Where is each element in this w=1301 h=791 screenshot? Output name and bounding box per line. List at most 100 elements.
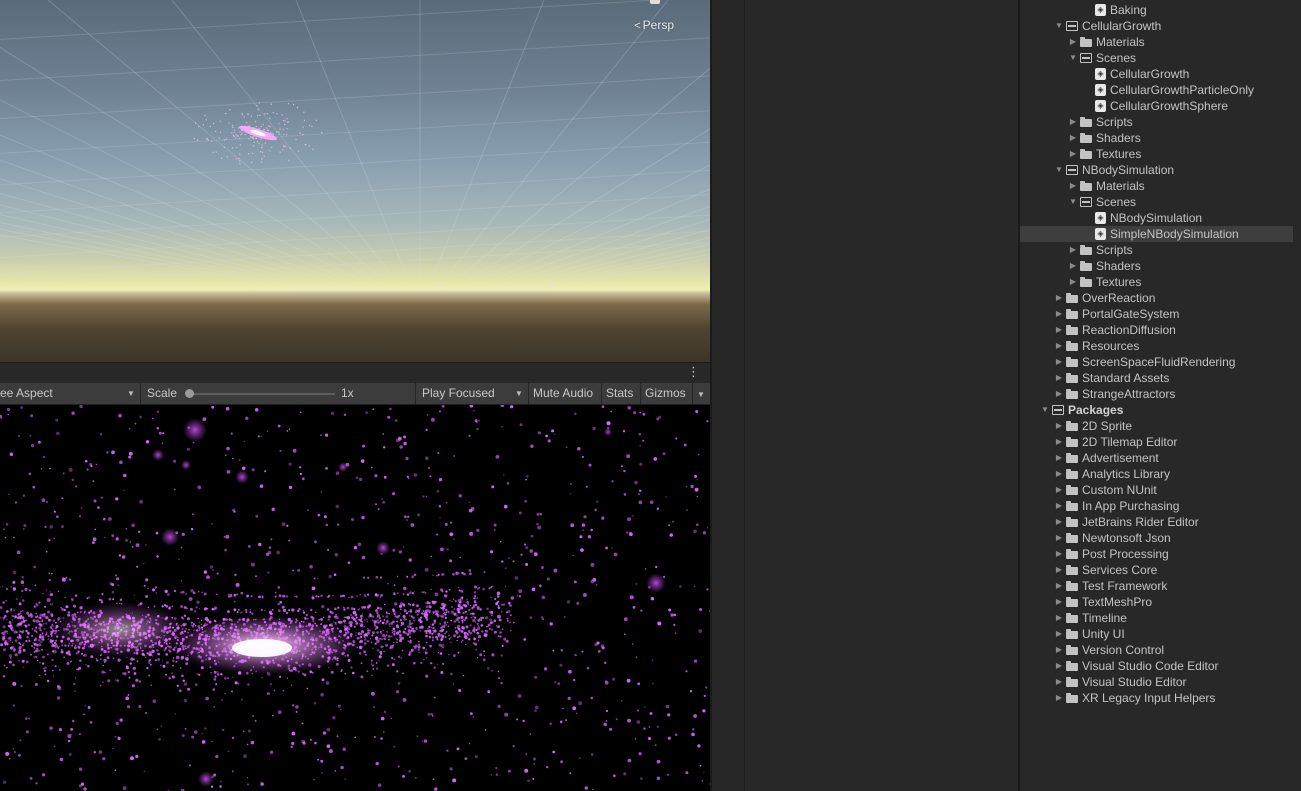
expand-right-icon[interactable]: ▶ (1054, 498, 1064, 514)
folder-item[interactable]: ▶ Advertisement (1020, 450, 1293, 466)
expand-right-icon[interactable]: ▶ (1068, 130, 1078, 146)
expand-right-icon[interactable]: ▶ (1068, 178, 1078, 194)
gizmos-dropdown[interactable]: ▼ (697, 383, 705, 404)
folder-item[interactable]: ▶ XR Legacy Input Helpers (1020, 690, 1293, 706)
folder-item[interactable]: ▶ 2D Sprite (1020, 418, 1293, 434)
toolbar-divider (415, 383, 416, 404)
folder-item[interactable]: ▶ Shaders (1020, 130, 1293, 146)
tree-item-label: ScreenSpaceFluidRendering (1082, 355, 1236, 369)
expand-right-icon[interactable]: ▶ (1054, 562, 1064, 578)
expand-right-icon[interactable]: ▶ (1054, 690, 1064, 706)
expand-right-icon[interactable]: ▶ (1054, 322, 1064, 338)
folder-item[interactable]: ▼ CellularGrowth (1020, 18, 1293, 34)
folder-item[interactable]: ▶ Materials (1020, 34, 1293, 50)
folder-icon (1066, 597, 1078, 607)
expand-right-icon[interactable]: ▶ (1068, 146, 1078, 162)
expand-right-icon[interactable]: ▶ (1054, 658, 1064, 674)
expand-down-icon[interactable]: ▼ (1054, 162, 1064, 178)
expand-right-icon[interactable]: ▶ (1068, 274, 1078, 290)
folder-item[interactable]: ▶ Visual Studio Editor (1020, 674, 1293, 690)
expand-right-icon[interactable]: ▶ (1054, 418, 1064, 434)
expand-right-icon[interactable]: ▶ (1068, 242, 1078, 258)
expand-right-icon[interactable]: ▶ (1068, 34, 1078, 50)
expand-right-icon[interactable]: ▶ (1054, 642, 1064, 658)
expand-right-icon[interactable]: ▶ (1054, 626, 1064, 642)
mute-audio-button[interactable]: Mute Audio (533, 383, 593, 404)
folder-item[interactable]: ▶ 2D Tilemap Editor (1020, 434, 1293, 450)
folder-item[interactable]: ▼ NBodySimulation (1020, 162, 1293, 178)
scene-asset-item[interactable]: ◈ NBodySimulation (1020, 210, 1293, 226)
scene-asset-item[interactable]: ◈ Baking (1020, 2, 1293, 18)
folder-item[interactable]: ▶ Newtonsoft Json (1020, 530, 1293, 546)
play-mode-dropdown[interactable]: Play Focused ▼ (422, 383, 528, 404)
scene-view[interactable]: < Persp (0, 0, 710, 362)
expand-right-icon[interactable]: ▶ (1054, 530, 1064, 546)
folder-item[interactable]: ▶ Textures (1020, 274, 1293, 290)
folder-item[interactable]: ▶ StrangeAttractors (1020, 386, 1293, 402)
expand-right-icon[interactable]: ▶ (1054, 578, 1064, 594)
expand-right-icon[interactable]: ▶ (1054, 386, 1064, 402)
folder-item[interactable]: ▶ Textures (1020, 146, 1293, 162)
folder-item[interactable]: ▶ JetBrains Rider Editor (1020, 514, 1293, 530)
folder-item[interactable]: ▶ Unity UI (1020, 626, 1293, 642)
folder-item[interactable]: ▶ Analytics Library (1020, 466, 1293, 482)
scale-slider-handle[interactable] (185, 389, 194, 398)
expand-right-icon[interactable]: ▶ (1054, 354, 1064, 370)
camera-mode-toggle[interactable]: < Persp (634, 18, 674, 32)
expand-right-icon[interactable]: ▶ (1054, 594, 1064, 610)
folder-item[interactable]: ▼ Scenes (1020, 194, 1293, 210)
folder-item[interactable]: ▶ Services Core (1020, 562, 1293, 578)
expand-down-icon[interactable]: ▼ (1068, 50, 1078, 66)
expand-right-icon[interactable]: ▶ (1054, 482, 1064, 498)
folder-item[interactable]: ▶ PortalGateSystem (1020, 306, 1293, 322)
expand-right-icon[interactable]: ▶ (1054, 674, 1064, 690)
unity-scene-icon: ◈ (1095, 4, 1106, 16)
folder-item[interactable]: ▶ Timeline (1020, 610, 1293, 626)
expand-right-icon[interactable]: ▶ (1054, 370, 1064, 386)
tree-item-label: ReactionDiffusion (1082, 323, 1176, 337)
scene-asset-item[interactable]: ◈ CellularGrowth (1020, 66, 1293, 82)
expand-right-icon[interactable]: ▶ (1068, 258, 1078, 274)
scene-asset-item[interactable]: ◈ SimpleNBodySimulation (1020, 226, 1293, 242)
gizmos-button[interactable]: Gizmos (645, 383, 686, 404)
expand-right-icon[interactable]: ▶ (1054, 546, 1064, 562)
expand-right-icon[interactable]: ▶ (1054, 434, 1064, 450)
aspect-dropdown[interactable]: ee Aspect ▼ (0, 383, 140, 404)
folder-item[interactable]: ▶ Custom NUnit (1020, 482, 1293, 498)
expand-right-icon[interactable]: ▶ (1054, 290, 1064, 306)
expand-right-icon[interactable]: ▶ (1054, 450, 1064, 466)
folder-item[interactable]: ▶ Scripts (1020, 242, 1293, 258)
expand-down-icon[interactable]: ▼ (1068, 194, 1078, 210)
expand-right-icon[interactable]: ▶ (1054, 338, 1064, 354)
scene-asset-item[interactable]: ◈ CellularGrowthSphere (1020, 98, 1293, 114)
folder-item[interactable]: ▶ Materials (1020, 178, 1293, 194)
folder-item[interactable]: ▶ ReactionDiffusion (1020, 322, 1293, 338)
more-options-icon[interactable]: ⋮ (687, 365, 700, 378)
expand-right-icon[interactable]: ▶ (1054, 610, 1064, 626)
folder-item[interactable]: ▶ In App Purchasing (1020, 498, 1293, 514)
folder-item[interactable]: ▶ Shaders (1020, 258, 1293, 274)
folder-item[interactable]: ▶ Test Framework (1020, 578, 1293, 594)
folder-item[interactable]: ▶ Standard Assets (1020, 370, 1293, 386)
folder-item[interactable]: ▼ Packages (1020, 402, 1293, 418)
game-view[interactable] (0, 405, 710, 791)
expand-right-icon[interactable]: ▶ (1068, 114, 1078, 130)
folder-item[interactable]: ▶ Scripts (1020, 114, 1293, 130)
folder-item[interactable]: ▶ Visual Studio Code Editor (1020, 658, 1293, 674)
folder-item[interactable]: ▼ Scenes (1020, 50, 1293, 66)
expand-right-icon[interactable]: ▶ (1054, 466, 1064, 482)
expand-down-icon[interactable]: ▼ (1040, 402, 1050, 418)
scene-gizmo[interactable] (650, 0, 660, 4)
folder-item[interactable]: ▶ TextMeshPro (1020, 594, 1293, 610)
folder-item[interactable]: ▶ Post Processing (1020, 546, 1293, 562)
unity-scene-icon: ◈ (1095, 100, 1106, 112)
stats-button[interactable]: Stats (606, 383, 633, 404)
expand-right-icon[interactable]: ▶ (1054, 306, 1064, 322)
folder-item[interactable]: ▶ OverReaction (1020, 290, 1293, 306)
expand-right-icon[interactable]: ▶ (1054, 514, 1064, 530)
scene-asset-item[interactable]: ◈ CellularGrowthParticleOnly (1020, 82, 1293, 98)
expand-down-icon[interactable]: ▼ (1054, 18, 1064, 34)
folder-item[interactable]: ▶ Resources (1020, 338, 1293, 354)
folder-item[interactable]: ▶ Version Control (1020, 642, 1293, 658)
folder-item[interactable]: ▶ ScreenSpaceFluidRendering (1020, 354, 1293, 370)
